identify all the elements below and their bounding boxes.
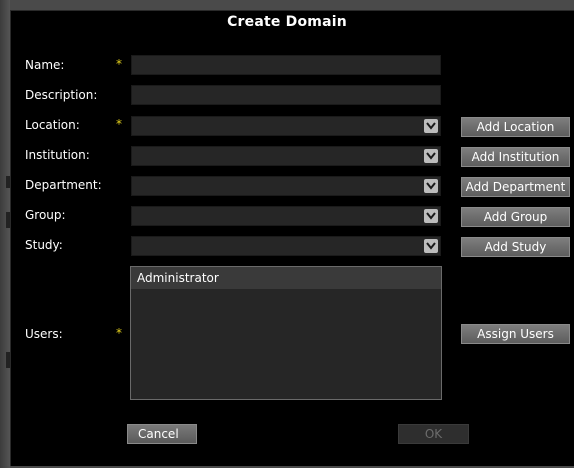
assign-users-button[interactable]: Assign Users [461,324,570,344]
group-label: Group: [25,208,66,222]
location-select[interactable] [131,116,441,136]
users-list[interactable]: Administrator [130,266,442,400]
cancel-button[interactable]: Cancel [127,424,197,444]
institution-label: Institution: [25,148,90,162]
study-select[interactable] [131,236,441,256]
chevron-down-icon[interactable] [424,119,438,133]
chevron-down-icon[interactable] [424,149,438,163]
list-item[interactable]: Administrator [131,267,441,289]
group-select[interactable] [131,206,441,226]
institution-select[interactable] [131,146,441,166]
add-institution-button[interactable]: Add Institution [461,147,570,167]
ok-button[interactable]: OK [398,424,469,444]
department-select[interactable] [131,176,441,196]
dialog-title: Create Domain [227,14,347,30]
add-location-button[interactable]: Add Location [461,117,570,137]
chevron-down-icon[interactable] [424,179,438,193]
location-label: Location: [25,118,80,132]
name-label: Name: [25,58,65,72]
chevron-down-icon[interactable] [424,239,438,253]
add-group-button[interactable]: Add Group [461,207,570,227]
window-edge [0,0,10,468]
chevron-down-icon[interactable] [424,209,438,223]
add-department-button[interactable]: Add Department [461,177,570,197]
description-input[interactable] [131,85,441,105]
name-required-marker: * [116,57,122,71]
description-label: Description: [25,88,98,102]
users-required-marker: * [116,326,122,340]
name-input[interactable] [131,55,441,75]
location-required-marker: * [116,117,122,131]
study-label: Study: [25,238,63,252]
users-label: Users: [25,327,63,341]
department-label: Department: [25,178,102,192]
add-study-button[interactable]: Add Study [461,237,570,257]
